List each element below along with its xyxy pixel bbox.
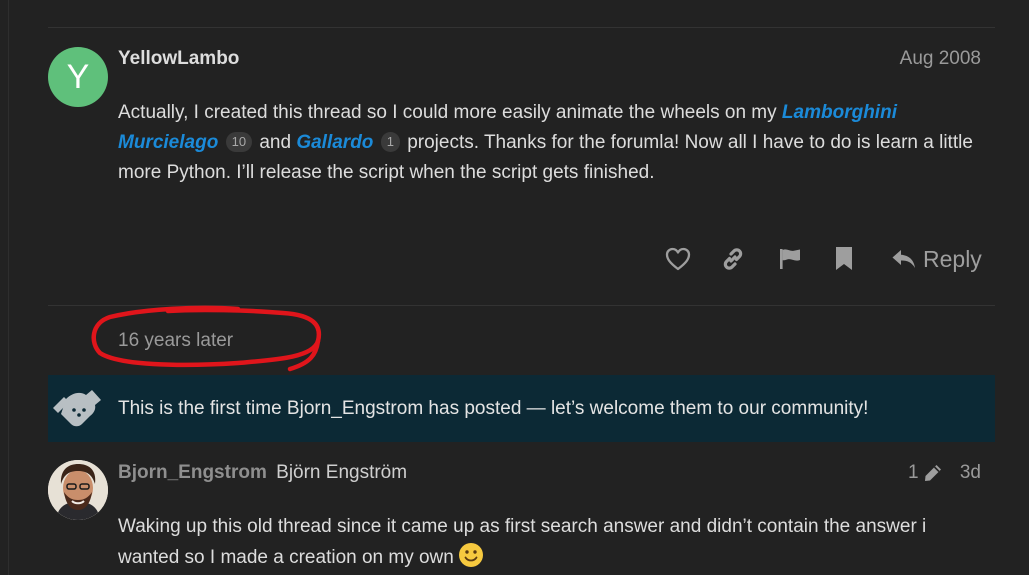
slightly-smiling-face-icon — [458, 543, 483, 567]
post-text: Actually, I created this thread so I cou… — [118, 102, 782, 123]
avatar-photo — [48, 460, 108, 520]
edit-history-button[interactable]: 1 — [908, 462, 943, 484]
heart-icon — [665, 247, 691, 271]
link-click-count: 10 — [225, 132, 253, 152]
red-circle-annotation — [91, 305, 322, 372]
reply-icon — [892, 250, 915, 268]
avatar[interactable] — [48, 460, 108, 520]
bookmark-icon — [836, 247, 852, 270]
pencil-icon — [924, 465, 941, 481]
first-post-welcome-banner: This is the first time Bjorn_Engstrom ha… — [48, 375, 995, 442]
edit-count: 1 — [908, 462, 919, 483]
post-actions: Reply — [48, 238, 995, 280]
left-divider — [8, 0, 9, 575]
post-body: Actually, I created this thread so I cou… — [118, 98, 988, 188]
bookmark-button[interactable] — [829, 244, 859, 274]
gallardo-link[interactable]: Gallardo — [296, 132, 373, 153]
top-divider — [48, 27, 995, 28]
flag-icon — [780, 249, 800, 269]
post-date[interactable]: 3d — [960, 462, 981, 484]
handshake-icon — [53, 390, 101, 427]
post-bjorn-engstrom: Bjorn_Engstrom Björn Engström 1 3d Wakin… — [48, 460, 995, 575]
post-body: Waking up this old thread since it came … — [118, 512, 988, 573]
avatar[interactable]: Y — [48, 47, 108, 107]
flag-button[interactable] — [775, 244, 805, 274]
welcome-message: This is the first time Bjorn_Engstrom ha… — [118, 398, 869, 419]
reply-button[interactable]: Reply — [891, 240, 982, 278]
post-text: and — [254, 132, 297, 153]
post-username[interactable]: YellowLambo — [118, 48, 239, 70]
username-handle[interactable]: Bjorn_Engstrom — [118, 462, 267, 483]
post-date[interactable]: Aug 2008 — [900, 48, 981, 70]
link-icon — [723, 248, 743, 270]
post-username[interactable]: Bjorn_Engstrom Björn Engström — [118, 462, 407, 484]
share-link-button[interactable] — [718, 244, 748, 274]
reply-label: Reply — [923, 245, 982, 272]
user-full-name: Björn Engström — [276, 462, 408, 483]
post-text: Waking up this old thread since it came … — [118, 516, 927, 568]
link-click-count: 1 — [380, 132, 400, 152]
like-button[interactable] — [663, 244, 693, 274]
